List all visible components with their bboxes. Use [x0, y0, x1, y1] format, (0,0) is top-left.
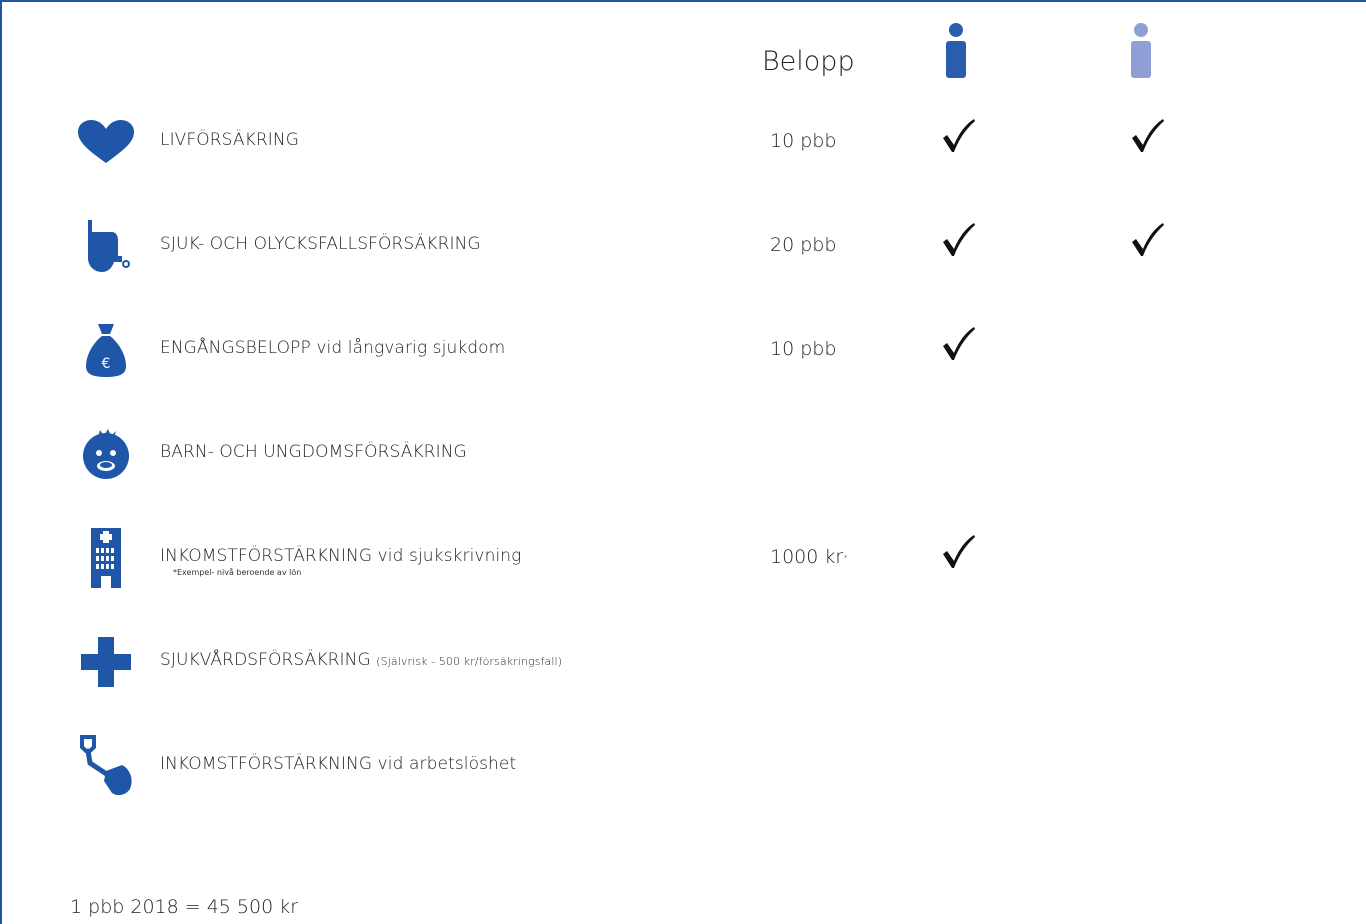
checkmark-icon — [943, 223, 975, 256]
coverage-row-children: BARN- OCH UNGDOMSFÖRSÄKRING — [0, 424, 1366, 484]
coverage-amount: 20 pbb — [770, 234, 837, 256]
shovel-icon — [76, 735, 136, 796]
coverage-row-accident: SJUK- OCH OLYCKSFALLSFÖRSÄKRING 20 pbb — [0, 216, 1366, 276]
checkmark-icon — [943, 535, 975, 568]
coverage-row-lump-sum: € ENGÅNGSBELOPP vid långvarig sjukdom 10… — [0, 320, 1366, 380]
wheelchair-icon — [76, 216, 136, 276]
coverage-amount: 10 pbb — [770, 338, 837, 360]
person-icon-light-blue — [1131, 23, 1151, 78]
coverage-label: SJUK- OCH OLYCKSFALLSFÖRSÄKRING — [160, 234, 481, 254]
checkmark-icon — [1132, 119, 1164, 152]
coverage-label: BARN- OCH UNGDOMSFÖRSÄKRING — [160, 442, 467, 462]
coverage-amount: 1000 kr* — [770, 546, 848, 568]
checkmark-icon — [943, 119, 975, 152]
coverage-row-unemployment: INKOMSTFÖRSTÄRKNING vid arbetslöshet — [0, 735, 1366, 796]
medical-cross-icon — [76, 632, 136, 692]
amount-column-header: Belopp — [762, 46, 855, 77]
footnote-marker: * — [843, 554, 848, 564]
pbb-footnote: 1 pbb 2018 = 45 500 kr — [70, 896, 299, 918]
svg-text:€: € — [102, 356, 111, 372]
coverage-label: ENGÅNGSBELOPP vid långvarig sjukdom — [160, 338, 506, 358]
coverage-label: LIVFÖRSÄKRING — [160, 130, 299, 150]
deductible-note: (Självrisk - 500 kr/försäkringsfall) — [376, 655, 563, 668]
coverage-label: SJUKVÅRDSFÖRSÄKRING (Självrisk - 500 kr/… — [160, 650, 563, 670]
coverage-row-sick-leave: INKOMSTFÖRSTÄRKNING vid sjukskrivning *E… — [0, 528, 1366, 588]
coverage-label: INKOMSTFÖRSTÄRKNING vid sjukskrivning — [160, 546, 522, 566]
child-face-icon — [76, 424, 136, 484]
heart-icon — [76, 112, 136, 172]
coverage-row-healthcare: SJUKVÅRDSFÖRSÄKRING (Självrisk - 500 kr/… — [0, 632, 1366, 692]
checkmark-icon — [943, 327, 975, 360]
coverage-amount: 10 pbb — [770, 130, 837, 152]
coverage-label: INKOMSTFÖRSTÄRKNING vid arbetslöshet — [160, 754, 517, 774]
checkmark-icon — [1132, 223, 1164, 256]
coverage-footnote: *Exempel- nivå beroende av lön — [173, 568, 302, 577]
money-bag-icon: € — [76, 320, 136, 380]
hospital-building-icon — [76, 528, 136, 588]
coverage-row-life: LIVFÖRSÄKRING 10 pbb — [0, 112, 1366, 172]
person-icon-dark-blue — [946, 23, 966, 78]
